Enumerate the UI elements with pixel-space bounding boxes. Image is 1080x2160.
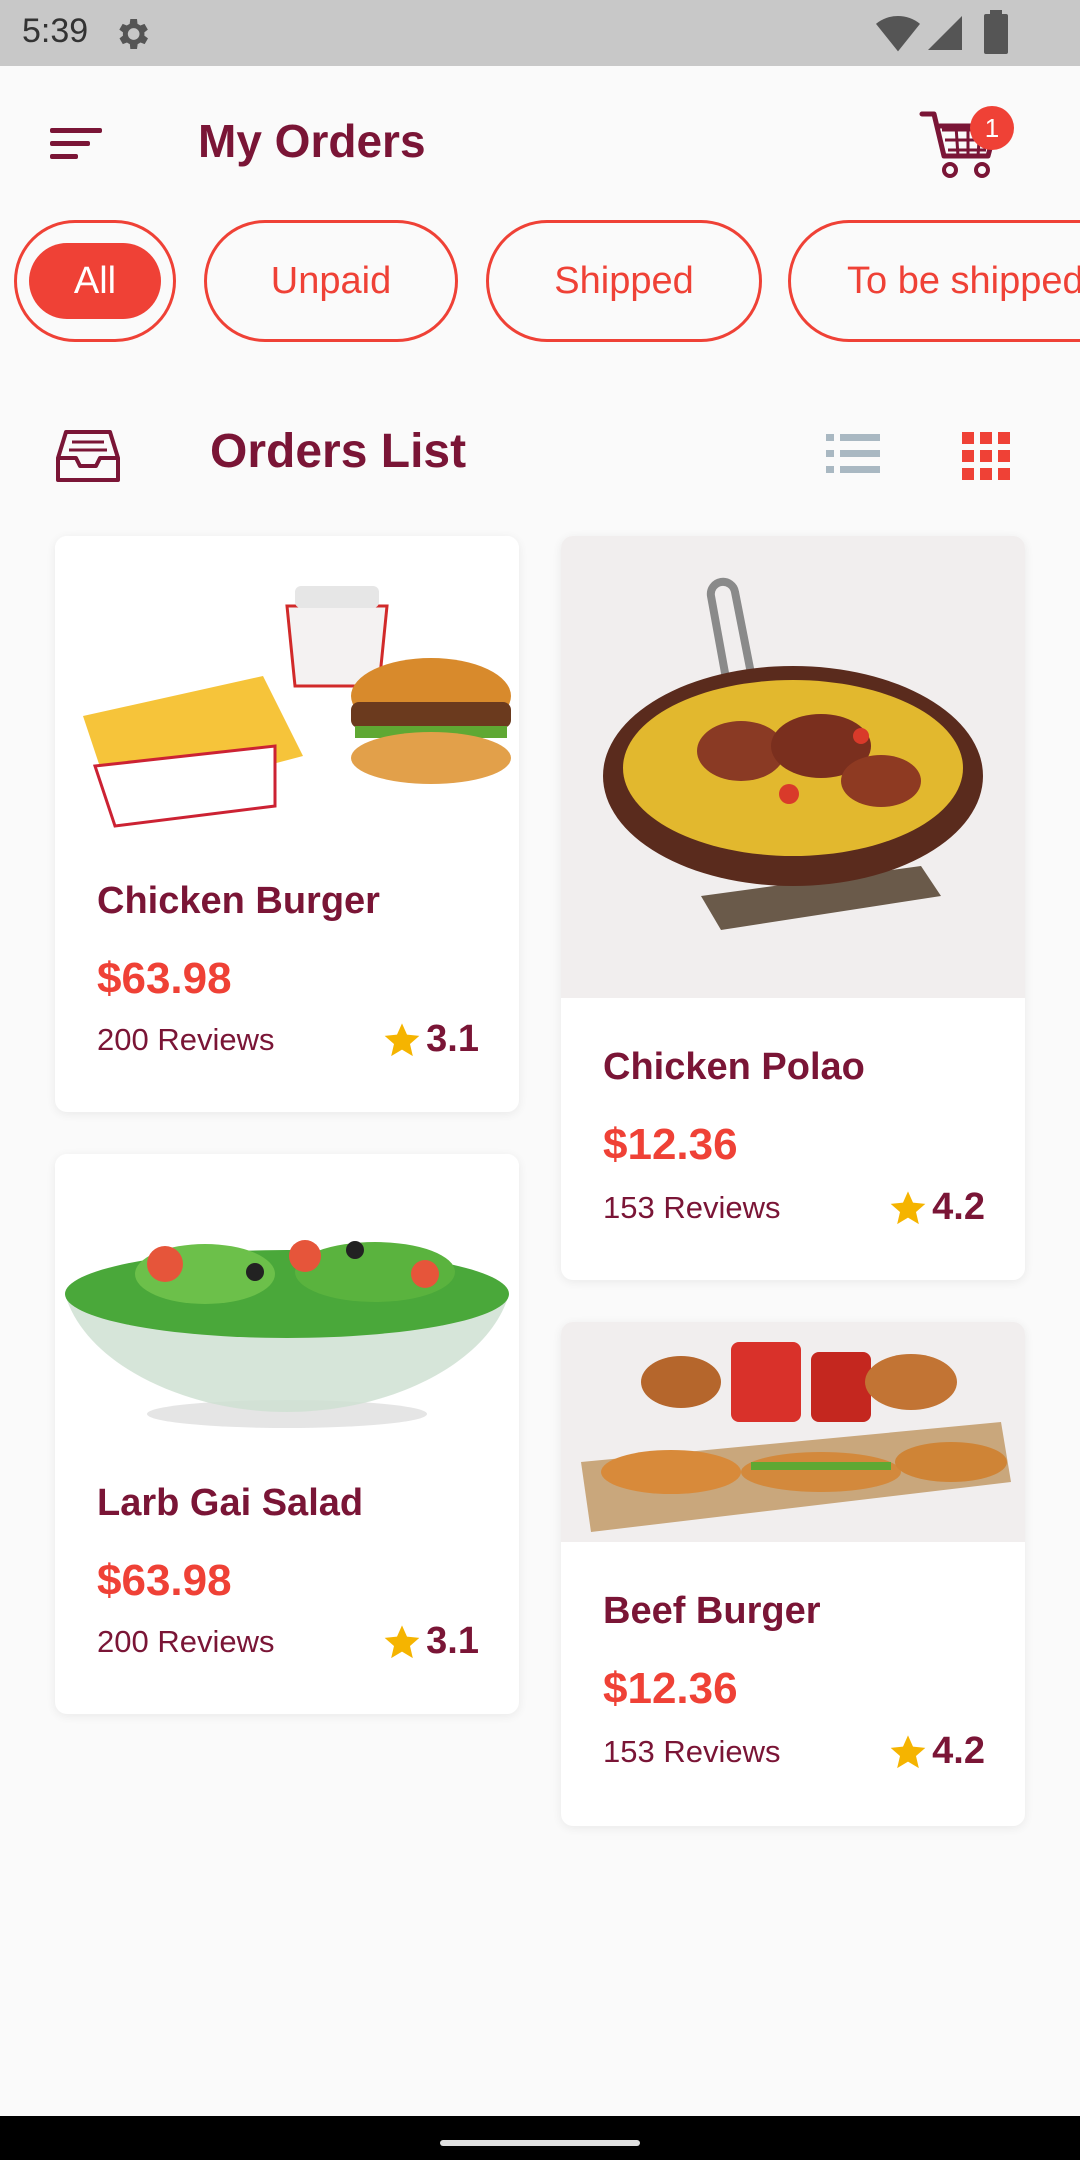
star-icon [384, 1624, 420, 1658]
order-card[interactable]: Beef Burger $12.36 153 Reviews 4.2 [561, 1322, 1025, 1826]
order-price: $12.36 [603, 1120, 738, 1169]
order-rating: 3.1 [382, 1620, 479, 1663]
food-image-pan-rice [561, 536, 1025, 998]
order-reviews: 200 Reviews [97, 1022, 275, 1057]
filter-chip-to-be-shipped[interactable]: To be shipped [788, 220, 1080, 342]
order-rating: 3.1 [382, 1018, 479, 1061]
filter-chip-shipped[interactable]: Shipped [486, 220, 762, 342]
menu-icon[interactable] [50, 124, 106, 164]
filter-chip-all-label: All [29, 243, 161, 319]
page-title: My Orders [198, 115, 426, 167]
order-filter-tabs: All Unpaid Shipped To be shipped [0, 220, 1080, 346]
status-bar: 5:39 [0, 0, 1080, 66]
food-image-meal-platter [561, 1322, 1025, 1542]
order-rating-value: 4.2 [932, 1730, 985, 1772]
order-rating: 4.2 [888, 1186, 985, 1229]
wifi-icon [876, 16, 920, 52]
battery-icon [984, 10, 1008, 54]
order-card[interactable]: Chicken Polao $12.36 153 Reviews 4.2 [561, 536, 1025, 1280]
order-card[interactable]: Chicken Burger $63.98 200 Reviews 3.1 [55, 536, 519, 1112]
orders-list-title: Orders List [210, 425, 467, 478]
order-price: $63.98 [97, 1556, 232, 1605]
order-price: $63.98 [97, 954, 232, 1003]
status-time: 5:39 [22, 12, 89, 50]
star-icon [890, 1190, 926, 1224]
home-gesture-handle[interactable] [440, 2140, 640, 2146]
star-icon [890, 1734, 926, 1768]
order-rating-value: 3.1 [426, 1018, 479, 1060]
order-rating-value: 4.2 [932, 1186, 985, 1228]
order-name: Chicken Burger [97, 880, 380, 922]
star-icon [384, 1022, 420, 1056]
list-view-icon[interactable] [826, 432, 880, 476]
food-image-burger-fries [55, 536, 519, 830]
order-reviews: 153 Reviews [603, 1734, 781, 1769]
cart-count-badge: 1 [970, 106, 1014, 150]
order-name: Beef Burger [603, 1590, 821, 1632]
filter-chip-all[interactable]: All [14, 220, 176, 342]
inbox-tray-icon [56, 430, 120, 482]
order-card[interactable]: Larb Gai Salad $63.98 200 Reviews 3.1 [55, 1154, 519, 1714]
order-rating-value: 3.1 [426, 1620, 479, 1662]
order-rating: 4.2 [888, 1730, 985, 1773]
app-bar: My Orders 1 [0, 66, 1080, 216]
order-reviews: 153 Reviews [603, 1190, 781, 1225]
filter-chip-unpaid[interactable]: Unpaid [204, 220, 458, 342]
order-name: Chicken Polao [603, 1046, 865, 1088]
grid-view-icon[interactable] [962, 432, 1010, 480]
food-image-salad-bowl [55, 1154, 519, 1434]
order-price: $12.36 [603, 1664, 738, 1713]
settings-gear-icon [119, 19, 148, 49]
signal-icon [928, 16, 962, 50]
system-navigation-bar [0, 2116, 1080, 2160]
order-name: Larb Gai Salad [97, 1482, 364, 1524]
order-reviews: 200 Reviews [97, 1624, 275, 1659]
